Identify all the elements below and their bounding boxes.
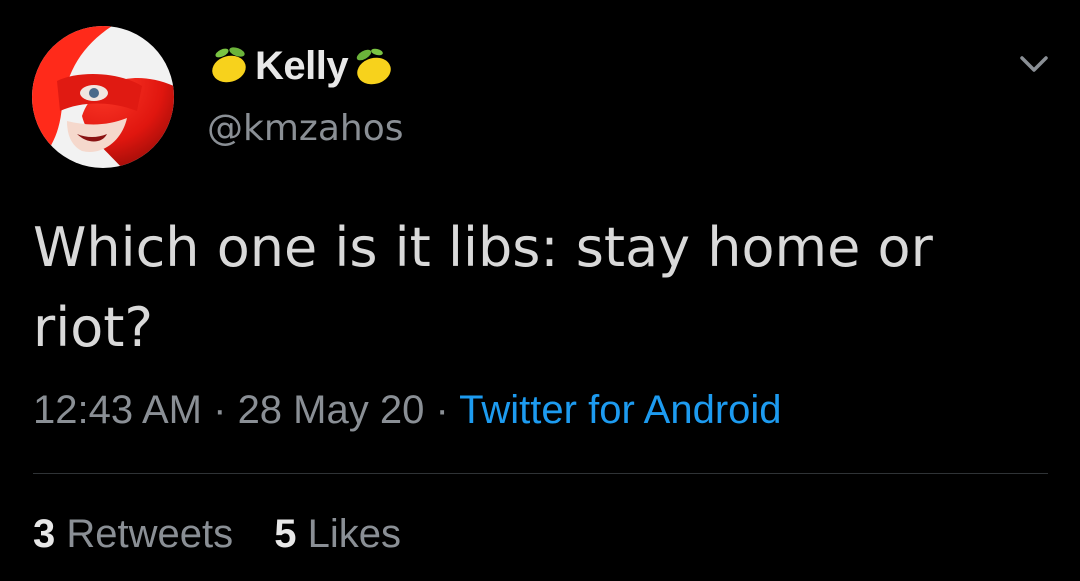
tweet-text: Which one is it libs: stay home or riot?	[33, 216, 933, 359]
display-name-row[interactable]: Kelly	[207, 38, 396, 94]
tweet-meta: 12:43 AM · 28 May 20 · Twitter for Andro…	[33, 388, 782, 433]
avatar[interactable]	[32, 26, 174, 168]
tweet-card: Kelly @kmzahos Which one is it libs: sta…	[0, 0, 1080, 581]
tweet-date[interactable]: 28 May 20	[238, 388, 425, 432]
likes-label: Likes	[307, 512, 402, 556]
user-handle[interactable]: @kmzahos	[207, 108, 403, 149]
retweets-count: 3	[33, 512, 56, 556]
likes-count: 5	[274, 512, 297, 556]
lemon-icon	[212, 47, 246, 83]
divider	[33, 473, 1048, 474]
retweets-label: Retweets	[66, 512, 234, 556]
likes-stat[interactable]: 5 Likes	[274, 512, 401, 556]
tweet-source-link[interactable]: Twitter for Android	[459, 388, 781, 432]
display-name: Kelly	[255, 43, 349, 88]
tweet-stats: 3 Retweets 5 Likes	[33, 512, 431, 557]
retweets-stat[interactable]: 3 Retweets	[33, 512, 233, 556]
meta-separator: ·	[424, 388, 460, 432]
chevron-down-icon[interactable]	[1018, 52, 1050, 76]
avatar-image	[32, 26, 174, 168]
tweet-time[interactable]: 12:43 AM	[33, 388, 202, 432]
meta-separator: ·	[202, 388, 238, 432]
lemon-icon	[356, 48, 391, 85]
